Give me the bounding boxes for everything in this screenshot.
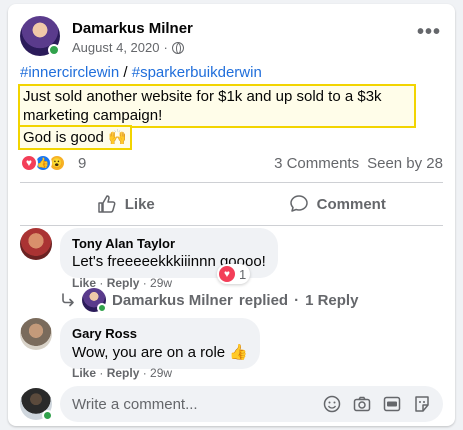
composer-icons xyxy=(323,395,431,413)
commenter-name[interactable]: Tony Alan Taylor xyxy=(72,236,266,251)
hashtag-innercirclewin[interactable]: #innercirclewin xyxy=(20,64,119,81)
post-text-highlighted-2: God is good 🙌 xyxy=(18,125,132,150)
like-label: Like xyxy=(124,195,155,213)
commenter-avatar[interactable] xyxy=(20,228,52,260)
globe-icon[interactable] xyxy=(171,41,184,54)
comment-button[interactable]: Comment xyxy=(232,183,444,225)
post-card: Damarkus Milner August 4, 2020 · ••• #in… xyxy=(8,4,455,426)
seen-by-count[interactable]: Seen by 28 xyxy=(367,155,443,172)
comment-bubble: Gary Ross Wow, you are on a role 👍 xyxy=(60,318,260,369)
comments-count[interactable]: 3 Comments xyxy=(274,155,359,172)
post-meta: August 4, 2020 · xyxy=(72,40,184,55)
reactions-bar: ♥ 👍 😮 9 3 Comments Seen by 28 xyxy=(20,152,443,174)
reaction-icons[interactable]: ♥ 👍 😮 xyxy=(20,154,66,172)
comment-time[interactable]: 29w xyxy=(150,366,172,380)
comment-item: Tony Alan Taylor Let's freeeeekkkiiinnn … xyxy=(20,228,443,290)
reply-author: Damarkus Milner xyxy=(112,291,233,309)
reaction-count[interactable]: 9 xyxy=(78,155,86,172)
post-text-highlighted: Just sold another website for $1k and up… xyxy=(18,84,416,128)
commenter-avatar[interactable] xyxy=(20,318,52,350)
sticker-icon[interactable] xyxy=(413,395,431,413)
reply-dot: · xyxy=(294,291,300,309)
comment-meta: Like · Reply · 29w xyxy=(72,366,173,380)
hashtag-sparkerbuikderwin[interactable]: #sparkerbuikderwin xyxy=(132,64,262,81)
more-options-icon[interactable]: ••• xyxy=(415,22,443,50)
post-header: Damarkus Milner August 4, 2020 · ••• xyxy=(20,16,443,56)
emoji-icon[interactable] xyxy=(323,395,341,413)
post-stats: 3 Comments Seen by 28 xyxy=(274,155,443,172)
meta-separator: · xyxy=(163,40,168,55)
comment-reaction-badge[interactable]: ♥ 1 xyxy=(217,264,251,284)
comment-label: Comment xyxy=(316,195,386,213)
like-button[interactable]: Like xyxy=(20,183,232,225)
comment-item: Gary Ross Wow, you are on a role 👍 Like … xyxy=(20,318,443,380)
comment-text: Wow, you are on a role 👍 xyxy=(72,344,248,361)
post-date[interactable]: August 4, 2020 xyxy=(72,40,159,55)
comment-icon xyxy=(289,195,308,212)
commenter-name[interactable]: Gary Ross xyxy=(72,326,248,341)
reply-count: 1 Reply xyxy=(305,291,359,309)
reply-arrow-icon xyxy=(62,293,74,307)
love-icon: ♥ xyxy=(20,154,38,172)
gif-icon[interactable] xyxy=(383,395,401,413)
comment-composer: Write a comment... xyxy=(20,386,443,422)
hashtag-separator: / xyxy=(119,64,132,81)
thumbs-up-icon xyxy=(97,195,116,213)
hashtags: #innercirclewin / #sparkerbuikderwin xyxy=(20,64,262,81)
online-status-dot xyxy=(48,44,60,56)
reply-action: replied xyxy=(238,291,289,309)
online-status-dot xyxy=(42,410,53,421)
reply-avatar xyxy=(82,288,107,313)
view-replies[interactable]: Damarkus Milner replied · 1 Reply xyxy=(60,288,359,313)
post-actions: Like Comment xyxy=(20,182,443,226)
comment-reaction-count: 1 xyxy=(239,266,247,282)
comment-reply-link[interactable]: Reply xyxy=(107,366,140,380)
author-name[interactable]: Damarkus Milner xyxy=(72,20,193,37)
love-icon: ♥ xyxy=(219,266,235,282)
camera-icon[interactable] xyxy=(353,395,371,413)
online-status-dot xyxy=(97,303,107,313)
comment-like-link[interactable]: Like xyxy=(72,366,96,380)
